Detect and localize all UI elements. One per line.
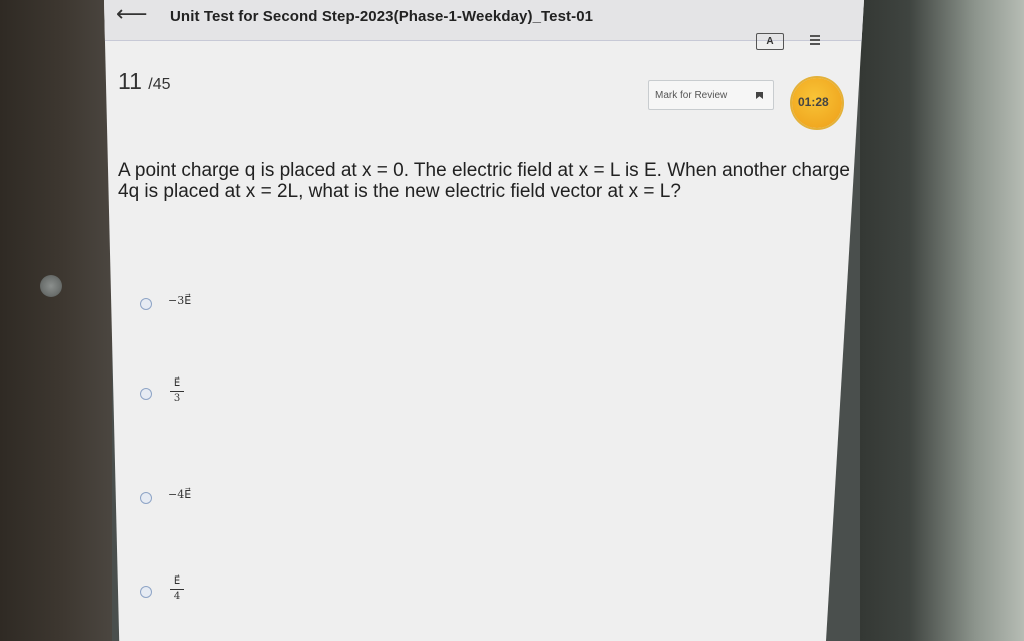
test-title: Unit Test for Second Step-2023(Phase-1-W… [170, 8, 594, 25]
option-4-denominator: 4 [173, 591, 181, 602]
option-2-fraction: E⃗ 3 [170, 378, 184, 405]
option-3[interactable]: −4E⃗ [140, 482, 320, 522]
option-3-label: −4E⃗ [168, 488, 192, 501]
tablet-bezel-left [0, 0, 112, 641]
camera-dot [40, 275, 62, 297]
option-1[interactable]: −3E⃗ [140, 288, 320, 328]
tablet-bezel-right [860, 0, 1024, 641]
option-4-fraction: E⃗ 4 [170, 576, 184, 603]
question-text: A point charge q is placed at x = 0. The… [118, 160, 850, 202]
language-icon-label: A [766, 36, 774, 47]
radio-button[interactable] [140, 298, 152, 310]
mark-for-review-button[interactable]: Mark for Review [648, 80, 774, 110]
question-counter: 11 /45 [118, 68, 171, 95]
language-icon[interactable]: A [756, 33, 784, 50]
menu-icon[interactable] [810, 35, 820, 45]
option-2[interactable]: E⃗ 3 [140, 378, 320, 418]
question-total: /45 [148, 76, 171, 93]
timer-badge: 01:28 [792, 78, 842, 128]
bookmark-icon [756, 92, 763, 99]
quiz-screen: ⟵ Unit Test for Second Step-2023(Phase-1… [104, 0, 864, 641]
option-2-denominator: 3 [173, 393, 181, 404]
question-number: 11 [118, 68, 142, 94]
arrow-left-icon[interactable]: ⟵ [116, 2, 148, 27]
option-4-numerator: E⃗ [173, 576, 181, 587]
radio-button[interactable] [140, 492, 152, 504]
mark-for-review-label: Mark for Review [655, 90, 728, 101]
option-2-numerator: E⃗ [173, 378, 181, 389]
radio-button[interactable] [140, 388, 152, 400]
header-bar: ⟵ Unit Test for Second Step-2023(Phase-1… [104, 0, 864, 41]
option-1-label: −3E⃗ [168, 294, 192, 307]
radio-button[interactable] [140, 586, 152, 598]
timer-text: 01:28 [798, 95, 829, 109]
option-4[interactable]: E⃗ 4 [140, 576, 320, 616]
